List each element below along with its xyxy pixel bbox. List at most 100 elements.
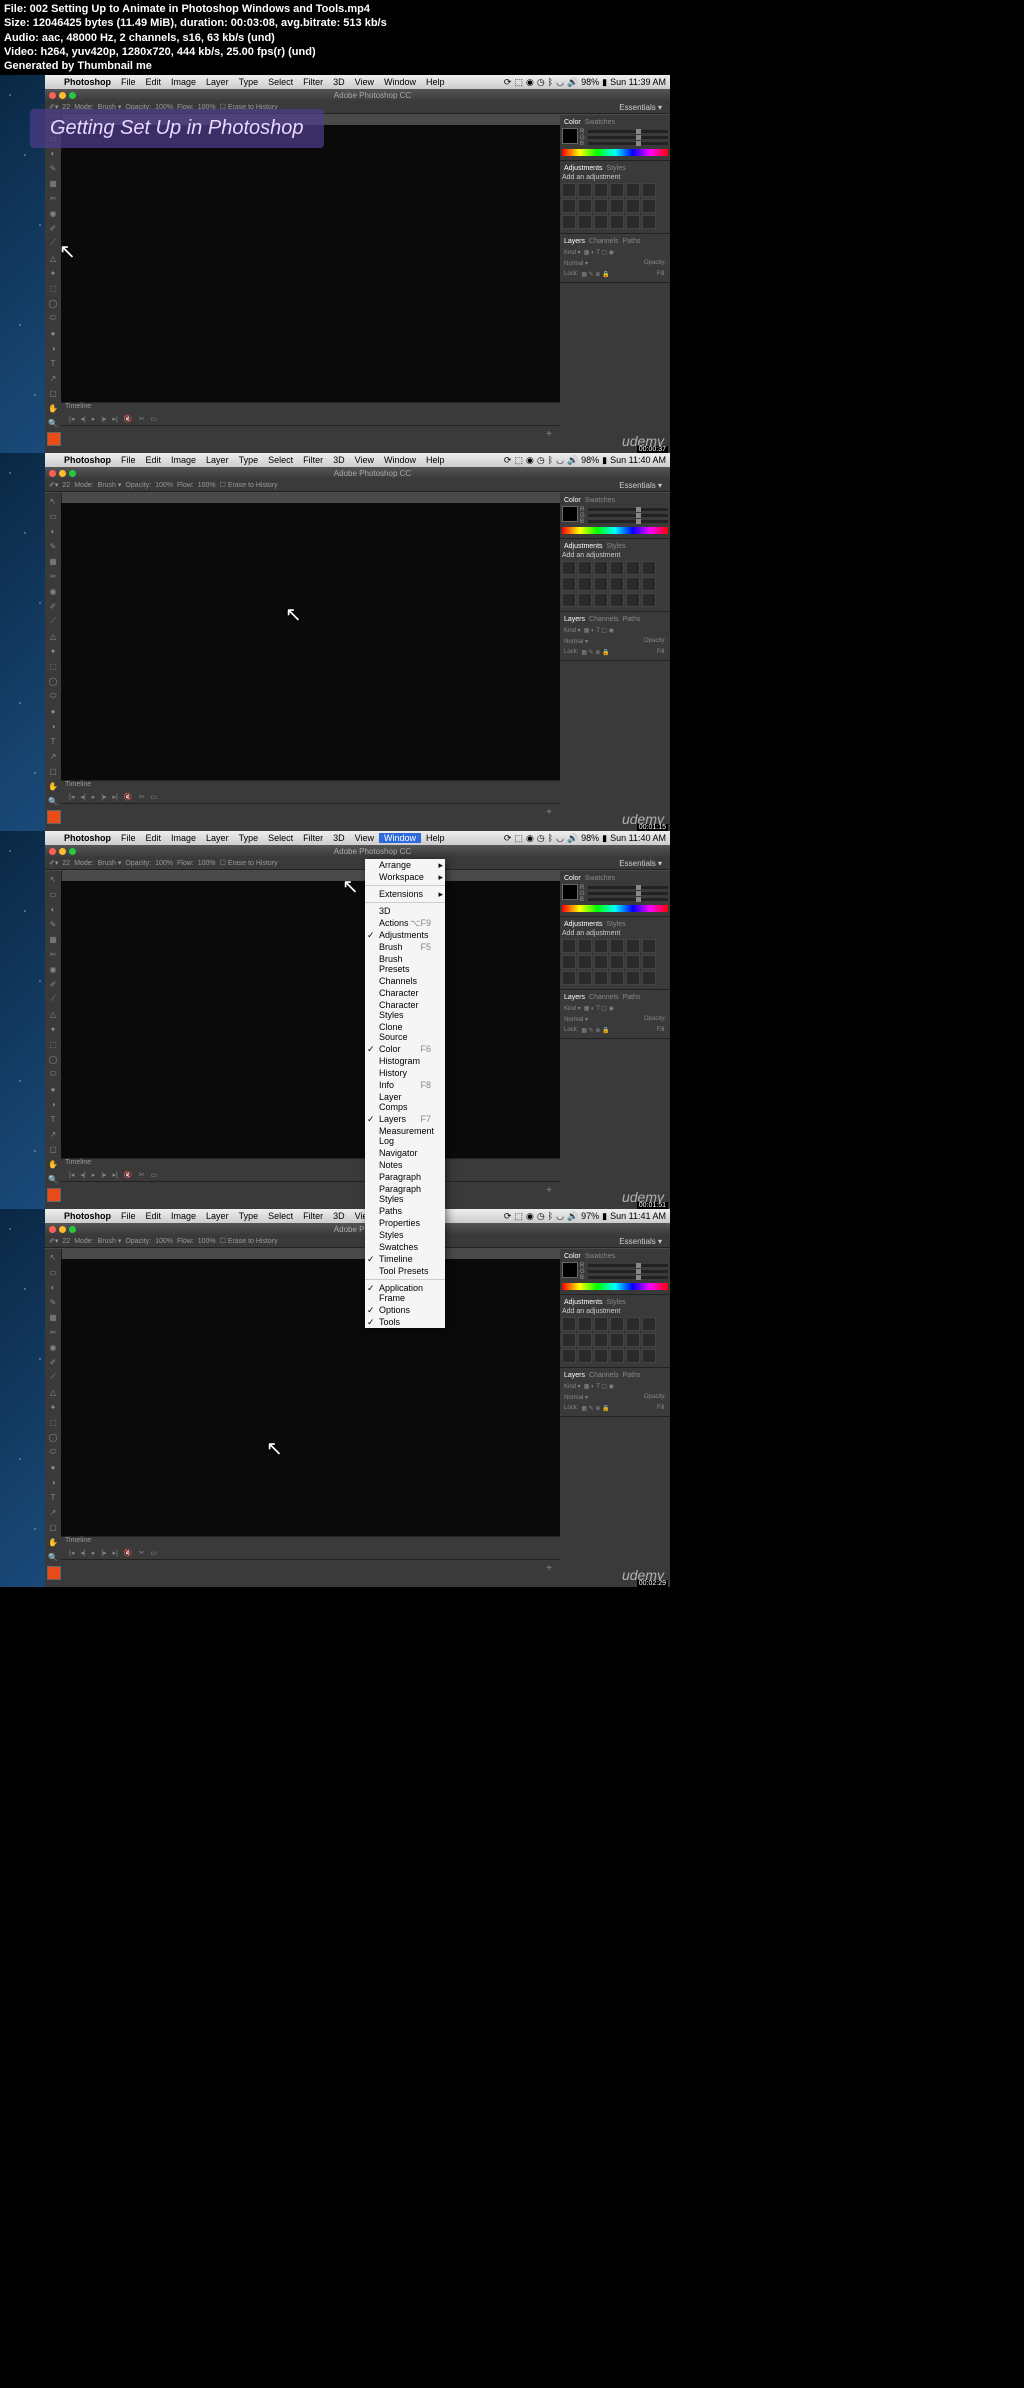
bt-icon[interactable]: ᛒ [548, 1211, 553, 1221]
adj-btn[interactable] [578, 593, 592, 607]
menu-edit[interactable]: Edit [141, 455, 167, 465]
slider-G[interactable] [588, 136, 668, 139]
wm-paths[interactable]: Paths [365, 1205, 445, 1217]
wm-paragraph-styles[interactable]: Paragraph Styles [365, 1183, 445, 1205]
tool-17[interactable]: ↗ [46, 371, 60, 385]
tl-play[interactable]: ▸ [92, 415, 96, 423]
adj-btn[interactable] [562, 955, 576, 969]
erase-history[interactable]: ☐ Erase to History [220, 481, 278, 489]
slider-B[interactable] [588, 142, 668, 145]
adj-btn[interactable] [578, 1333, 592, 1347]
adj-btn[interactable] [642, 199, 656, 213]
tab-styles[interactable]: Styles [607, 1299, 626, 1306]
tool-19[interactable]: ✋ [46, 1535, 60, 1549]
slider-R[interactable] [588, 1264, 668, 1267]
tl-mute[interactable]: 🔇 [124, 1549, 133, 1557]
color-swatch[interactable] [562, 128, 578, 144]
tool-4[interactable]: ▦ [46, 554, 60, 568]
workspace-switcher[interactable]: Essentials ▾ [615, 481, 666, 493]
bt-icon[interactable]: ᛒ [548, 455, 553, 465]
shield-icon[interactable]: ◉ [526, 833, 534, 844]
wifi-icon[interactable]: ◡ [556, 455, 564, 466]
fg-color[interactable] [47, 432, 61, 446]
wm-arrange[interactable]: Arrange [365, 859, 445, 871]
menu-3d[interactable]: 3D [328, 833, 350, 843]
dropbox-icon[interactable]: ⬚ [514, 455, 523, 466]
tool-preset[interactable]: ✐▾ [49, 859, 58, 867]
tl-trans[interactable]: ▭ [150, 415, 157, 423]
workspace-switcher[interactable]: Essentials ▾ [615, 859, 666, 871]
tool-4[interactable]: ▦ [46, 1310, 60, 1324]
menu-help[interactable]: Help [421, 455, 450, 465]
kind-filter[interactable]: Kind ▾ [564, 249, 581, 256]
menu-edit[interactable]: Edit [141, 77, 167, 87]
adj-btn[interactable] [626, 955, 640, 969]
adj-btn[interactable] [626, 183, 640, 197]
adj-btn[interactable] [562, 939, 576, 953]
workspace-switcher[interactable]: Essentials ▾ [615, 103, 666, 115]
tl-cut[interactable]: ✂ [139, 793, 145, 801]
bt-icon[interactable]: ᛒ [548, 77, 553, 87]
wm-channels[interactable]: Channels [365, 975, 445, 987]
tool-14[interactable]: ● [46, 704, 60, 718]
adj-btn[interactable] [578, 577, 592, 591]
shield-icon[interactable]: ◉ [526, 77, 534, 88]
tool-17[interactable]: ↗ [46, 1505, 60, 1519]
tool-3[interactable]: ✎ [46, 161, 60, 175]
tool-0[interactable]: ↖ [46, 494, 60, 508]
menu-view[interactable]: View [350, 833, 379, 843]
tab-styles[interactable]: Styles [607, 165, 626, 172]
sync-icon[interactable]: ⟳ [504, 77, 512, 88]
max-icon[interactable] [69, 1226, 76, 1233]
flow-val[interactable]: 100% [198, 860, 216, 867]
slider-G[interactable] [588, 1270, 668, 1273]
canvas[interactable] [61, 503, 560, 781]
dropbox-icon[interactable]: ⬚ [514, 1211, 523, 1222]
wm-character[interactable]: Character [365, 987, 445, 999]
menu-layer[interactable]: Layer [201, 1211, 234, 1221]
menu-layer[interactable]: Layer [201, 77, 234, 87]
wm-brush-presets[interactable]: Brush Presets [365, 953, 445, 975]
battery-pct[interactable]: 98% [581, 833, 599, 843]
layer-opacity[interactable]: Opacity: [644, 1016, 666, 1023]
adj-btn[interactable] [642, 1317, 656, 1331]
fg-color[interactable] [47, 810, 61, 824]
wm-notes[interactable]: Notes [365, 1159, 445, 1171]
adj-btn[interactable] [642, 593, 656, 607]
adj-btn[interactable] [642, 577, 656, 591]
tool-2[interactable]: ◐ [46, 902, 60, 916]
tl-play[interactable]: ▸ [92, 1171, 96, 1179]
tl-trans[interactable]: ▭ [150, 793, 157, 801]
tool-10[interactable]: ✦ [46, 1022, 60, 1036]
wifi-icon[interactable]: ◡ [556, 1211, 564, 1222]
tab-paths[interactable]: Paths [623, 616, 641, 623]
tab-color[interactable]: Color [564, 119, 581, 126]
vol-icon[interactable]: 🔊 [567, 1211, 578, 1222]
app-name[interactable]: Photoshop [59, 77, 116, 87]
battery-icon[interactable]: ▮ [602, 833, 607, 844]
brush-size[interactable]: 22 [62, 1238, 70, 1245]
timeline-tab[interactable]: Timeline [61, 403, 560, 413]
tl-add[interactable]: + [546, 1563, 552, 1574]
opacity-val[interactable]: 100% [155, 1238, 173, 1245]
adj-btn[interactable] [642, 1349, 656, 1363]
tool-20[interactable]: 🔍 [46, 1172, 60, 1186]
menu-image[interactable]: Image [166, 1211, 201, 1221]
menu-window[interactable]: Window [379, 833, 421, 843]
canvas[interactable] [61, 125, 560, 403]
tab-layers[interactable]: Layers [564, 1372, 585, 1379]
tab-layers[interactable]: Layers [564, 616, 585, 623]
tab-channels[interactable]: Channels [589, 994, 619, 1001]
wm-layers[interactable]: LayersF7 [365, 1113, 445, 1125]
tab-paths[interactable]: Paths [623, 1372, 641, 1379]
slider-G[interactable] [588, 514, 668, 517]
tool-17[interactable]: ↗ [46, 1127, 60, 1141]
tab-paths[interactable]: Paths [623, 238, 641, 245]
tl-first[interactable]: |◂ [69, 793, 74, 801]
adj-btn[interactable] [578, 215, 592, 229]
tool-13[interactable]: ⬭ [46, 689, 60, 703]
tl-last[interactable]: ▸| [113, 1171, 118, 1179]
adj-btn[interactable] [562, 971, 576, 985]
tool-7[interactable]: ✐ [46, 1355, 60, 1369]
dropbox-icon[interactable]: ⬚ [514, 77, 523, 88]
